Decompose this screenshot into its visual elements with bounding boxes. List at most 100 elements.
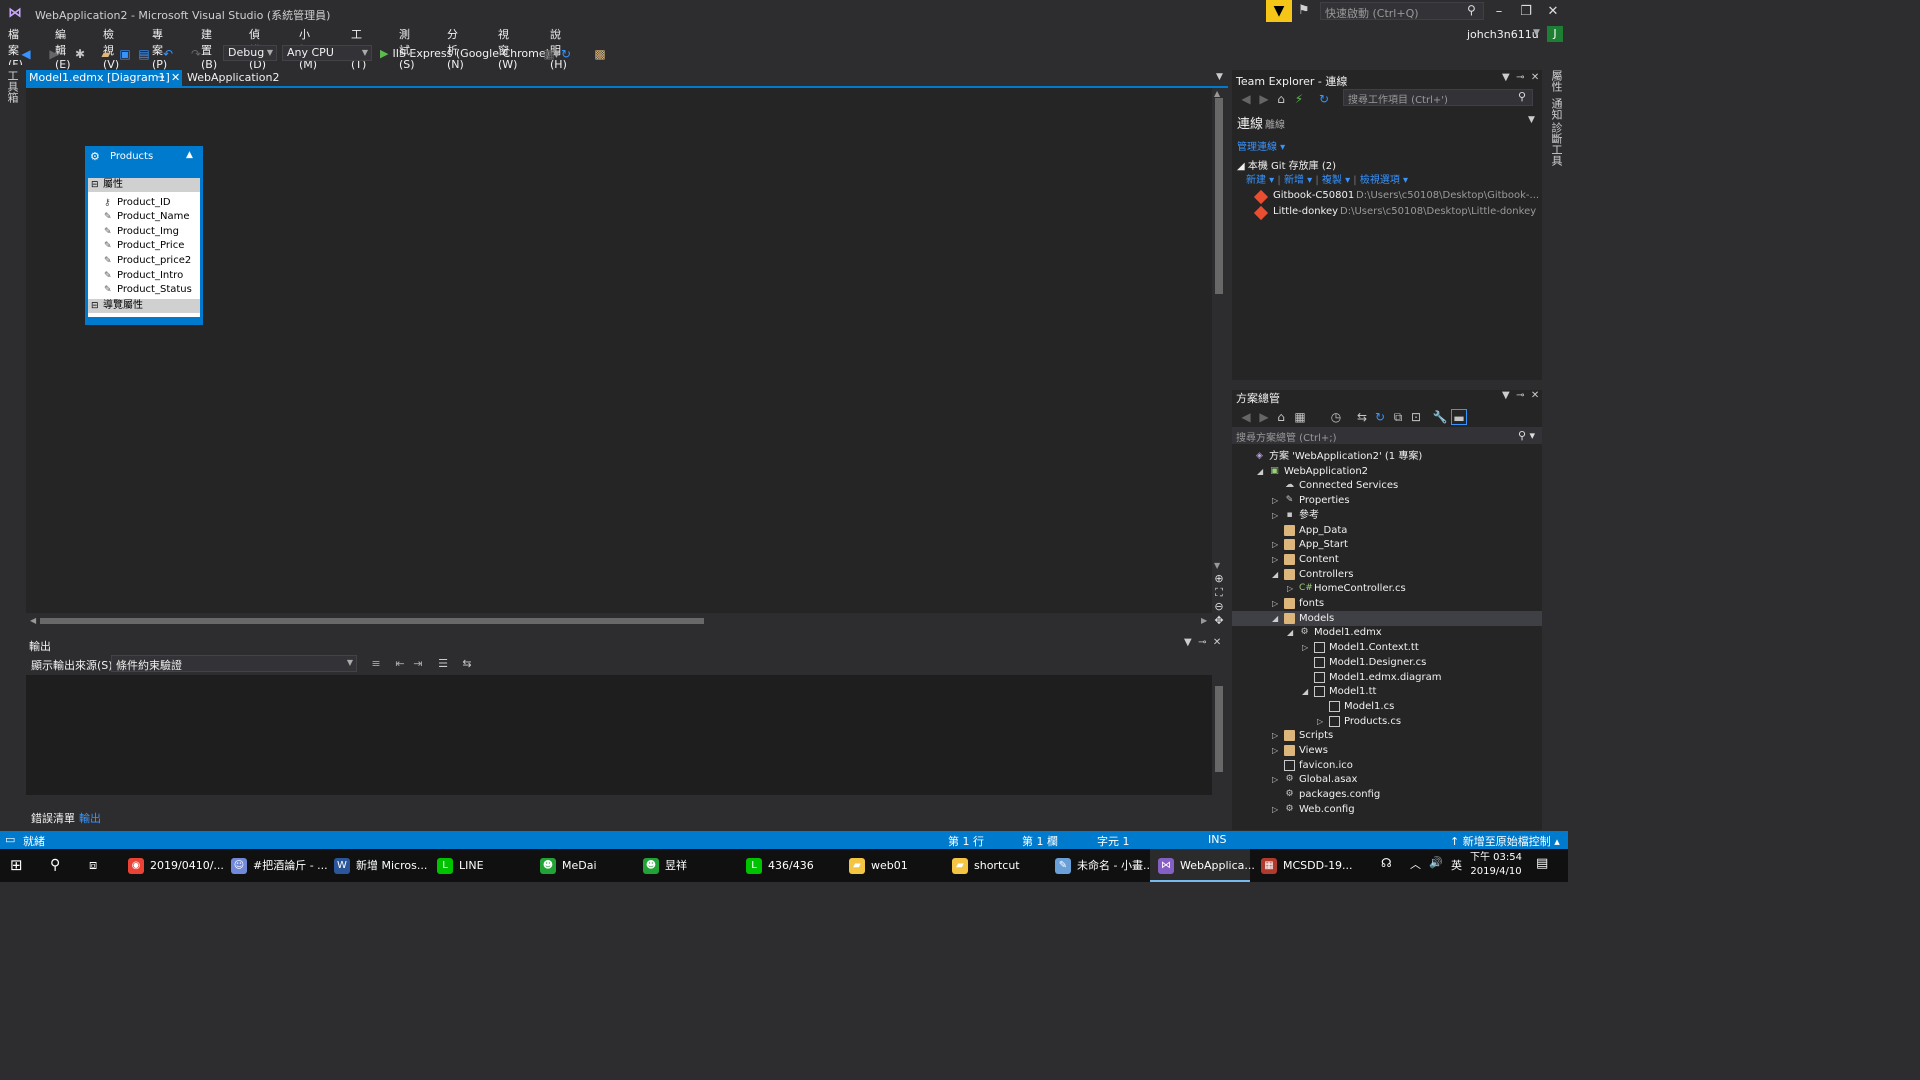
output-source-select[interactable]: 條件約束驗證 ▼ — [111, 655, 357, 672]
search-icon[interactable]: ⚲ — [1467, 3, 1476, 17]
entity-property[interactable]: ✎ Product_Img — [88, 225, 200, 239]
search-icon[interactable]: ⚲ — [50, 849, 70, 882]
tree-item[interactable]: ▷ Model1.Context.tt — [1232, 640, 1542, 655]
taskbar-item[interactable]: ⋈ WebApplica... — [1150, 849, 1255, 882]
next-message-icon[interactable]: ⇥ — [411, 657, 425, 671]
pin-icon[interactable]: ⊸ — [1516, 390, 1524, 401]
tree-item[interactable]: ▷ Products.cs — [1232, 714, 1542, 729]
tree-item[interactable]: ▷ Views — [1232, 743, 1542, 758]
start-debugging-button[interactable]: ▶ IIS Express (Google Chrome) ▼ — [380, 45, 560, 63]
taskbar-item[interactable]: L LINE — [429, 849, 529, 882]
tree-item[interactable]: ▷ ⚙ Global.asax — [1232, 772, 1542, 787]
properties-tab[interactable]: 屬性 — [1550, 70, 1564, 92]
expanded-arrow-icon[interactable]: ◢ — [1287, 625, 1293, 640]
back-icon[interactable]: ◀ — [1238, 91, 1254, 107]
scroll-up-icon[interactable]: ▲ — [1214, 89, 1220, 98]
tree-item[interactable]: ☁ Connected Services — [1232, 478, 1542, 493]
home-icon[interactable]: ⌂ — [1273, 409, 1289, 425]
taskbar-item[interactable]: W 新增 Micros... — [326, 849, 427, 882]
collapsed-arrow-icon[interactable]: ▷ — [1317, 714, 1323, 729]
expanded-arrow-icon[interactable]: ◢ — [1272, 567, 1278, 582]
scroll-left-icon[interactable]: ◀ — [30, 616, 36, 625]
tree-item[interactable]: ▷ Content — [1232, 552, 1542, 567]
undo-icon[interactable]: ↶ — [160, 46, 176, 62]
collapse-minus-icon[interactable]: ⊟ — [91, 178, 99, 192]
tab-model1-edmx[interactable]: Model1.edmx [Diagram1] ⊸ ✕ — [26, 70, 182, 86]
collapsed-arrow-icon[interactable]: ▷ — [1302, 640, 1308, 655]
scroll-down-icon[interactable]: ▼ — [1214, 561, 1220, 570]
add-repo-link[interactable]: 新增 ▾ — [1284, 175, 1312, 186]
diagnostic-tools-tab[interactable]: 診斷工具 — [1550, 122, 1564, 166]
scroll-right-icon[interactable]: ▶ — [1201, 616, 1207, 625]
expanded-arrow-icon[interactable]: ◢ — [1302, 684, 1308, 699]
refresh-icon[interactable]: ↻ — [1372, 409, 1388, 425]
close-icon[interactable]: ✕ — [1531, 390, 1539, 401]
scrollbar-thumb[interactable] — [1215, 686, 1223, 772]
forward-icon[interactable]: ▶ — [46, 46, 62, 62]
task-view-icon[interactable]: ⧈ — [89, 849, 109, 882]
chevron-down-icon[interactable]: ▼ — [1528, 115, 1535, 125]
ime-indicator[interactable]: 英 — [1451, 857, 1462, 873]
collapsed-arrow-icon[interactable]: ▷ — [1272, 728, 1278, 743]
collapsed-arrow-icon[interactable]: ▷ — [1272, 537, 1278, 552]
find-message-icon[interactable]: ≡ — [369, 657, 383, 671]
tab-webapplication2[interactable]: WebApplication2 — [187, 70, 279, 86]
entity-property[interactable]: ⚷ Product_ID — [88, 196, 200, 210]
tree-item[interactable]: Model1.cs — [1232, 699, 1542, 714]
feedback-icon[interactable]: ⚑ — [1298, 3, 1314, 19]
tree-item[interactable]: ◢ Controllers — [1232, 567, 1542, 582]
solution-search-input[interactable]: 搜尋方案總管 (Ctrl+;) — [1232, 427, 1542, 444]
pin-icon[interactable]: ⊸ — [1198, 637, 1206, 648]
scrollbar-thumb[interactable] — [1215, 98, 1223, 294]
word-wrap-icon[interactable]: ⇆ — [460, 657, 474, 671]
user-name[interactable]: johch3n611u — [1467, 28, 1539, 41]
pan-icon[interactable]: ✥ — [1212, 614, 1226, 627]
repo-item[interactable]: Gitbook-C50801 D:\Users\c50108\Desktop\G… — [1253, 189, 1539, 205]
tree-item[interactable]: Model1.edmx.diagram — [1232, 670, 1542, 685]
collapsed-arrow-icon[interactable]: ▷ — [1272, 596, 1278, 611]
taskbar-item[interactable]: L 436/436 — [738, 849, 838, 882]
toolbox-tab[interactable]: 工具箱 — [6, 70, 20, 103]
pending-changes-icon[interactable]: ◷ — [1328, 409, 1344, 425]
back-icon[interactable]: ◀ — [18, 46, 34, 62]
taskbar-item[interactable]: ▰ web01 — [841, 849, 941, 882]
tree-item[interactable]: ▷ ⚙ Web.config — [1232, 802, 1542, 817]
taskbar-item[interactable]: ☺ #把酒論斤 - ... — [223, 849, 328, 882]
new-project-icon[interactable]: ✱ — [72, 46, 88, 62]
tree-item[interactable]: ▷ ✎ Properties — [1232, 493, 1542, 508]
collapsed-arrow-icon[interactable]: ▷ — [1272, 552, 1278, 567]
switch-views-icon[interactable]: ▦ — [1292, 409, 1308, 425]
tab-output[interactable]: 輸出 — [79, 810, 101, 826]
notification-filter-icon[interactable]: ▼ — [1266, 0, 1292, 22]
refresh-icon[interactable]: ↻ — [558, 46, 574, 62]
chevron-down-icon[interactable]: ▼ — [1533, 28, 1540, 38]
tree-item[interactable]: ◈ 方案 'WebApplication2' (1 專案) — [1232, 449, 1542, 464]
collapsed-arrow-icon[interactable]: ▷ — [1272, 743, 1278, 758]
edmx-designer-surface[interactable] — [26, 88, 1212, 613]
taskbar-item[interactable]: ☻ MeDai — [532, 849, 632, 882]
collapse-all-icon[interactable]: ⧉ — [1390, 409, 1406, 425]
local-git-repos-title[interactable]: ◢ 本機 Git 存放庫 (2) — [1237, 157, 1336, 172]
tab-dropdown-icon[interactable]: ▼ — [1216, 72, 1223, 82]
expanded-arrow-icon[interactable]: ◢ — [1257, 464, 1263, 479]
tree-item[interactable]: ▷ ▪ 參考 — [1232, 508, 1542, 523]
close-icon[interactable]: ✕ — [1213, 637, 1221, 648]
tree-item[interactable]: ▷ fonts — [1232, 596, 1542, 611]
scrollbar-thumb[interactable] — [40, 618, 704, 624]
tray-chevron-up-icon[interactable]: ︿ — [1410, 856, 1421, 872]
entity-property[interactable]: ✎ Product_Price — [88, 239, 200, 253]
expanded-arrow-icon[interactable]: ◢ — [1272, 611, 1278, 626]
zoom-in-icon[interactable]: ⊕ — [1212, 572, 1226, 585]
refresh-icon[interactable]: ↻ — [1316, 91, 1332, 107]
action-center-icon[interactable]: ▤ — [1536, 856, 1548, 871]
tree-item[interactable]: App_Data — [1232, 523, 1542, 538]
properties-icon[interactable]: 🔧 — [1432, 409, 1448, 425]
zoom-out-icon[interactable]: ⊖ — [1212, 600, 1226, 613]
search-icon[interactable]: ⚲ — [1518, 90, 1526, 103]
clone-repo-link[interactable]: 複製 ▾ — [1322, 175, 1350, 186]
sync-icon[interactable]: ⇆ — [1354, 409, 1370, 425]
tree-item[interactable]: ◢ Models — [1232, 610, 1542, 626]
windows-start-icon[interactable]: ⊞ — [10, 849, 30, 882]
configuration-select[interactable]: Debug ▼ — [223, 45, 277, 61]
back-icon[interactable]: ◀ — [1238, 409, 1254, 425]
